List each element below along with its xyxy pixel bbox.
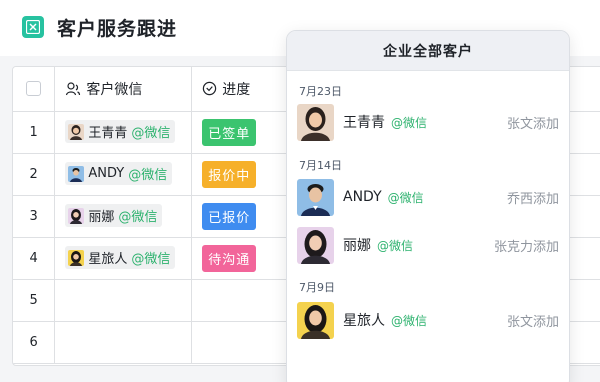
added-by-text: 张克力添加	[493, 239, 559, 255]
table-app-icon	[22, 16, 44, 38]
column-label-wechat: 客户微信	[86, 81, 143, 98]
page-title: 客户服务跟进	[57, 18, 178, 40]
row-index: 3	[13, 195, 56, 238]
customer-name: 丽娜	[343, 238, 371, 254]
avatar	[68, 249, 85, 266]
status-badge[interactable]: 待沟通	[202, 244, 257, 272]
avatar	[68, 207, 85, 224]
customer-list-item[interactable]: 星旅人 @微信 张文添加	[297, 301, 559, 339]
progress-cell[interactable]: 报价中	[191, 153, 292, 196]
wechat-cell[interactable]	[54, 321, 193, 364]
customer-name: 星旅人	[343, 313, 385, 329]
wechat-suffix: @微信	[128, 168, 168, 184]
contact-tag[interactable]: 丽娜 @微信	[65, 204, 163, 228]
wechat-suffix: @微信	[391, 313, 428, 328]
avatar	[297, 301, 334, 339]
column-header-wechat[interactable]: 客户微信	[54, 67, 193, 112]
customer-list-item[interactable]: ANDY @微信 乔西添加	[297, 178, 559, 216]
circle-check-icon	[203, 82, 217, 96]
contact-name: ANDY	[88, 166, 125, 182]
date-group-label: 7月9日	[299, 281, 335, 294]
avatar	[68, 165, 85, 182]
row-index: 5	[13, 279, 56, 322]
column-header-progress[interactable]: 进度	[191, 67, 292, 112]
progress-cell[interactable]	[191, 321, 292, 364]
contact-tag[interactable]: 星旅人 @微信	[65, 246, 176, 270]
wechat-cell[interactable]: 星旅人 @微信	[54, 237, 193, 280]
wechat-suffix: @微信	[131, 252, 171, 268]
select-all-header	[13, 67, 56, 112]
added-by-text: 乔西添加	[506, 191, 559, 207]
wechat-cell[interactable]: ANDY @微信	[54, 153, 193, 196]
added-by-text: 张文添加	[506, 314, 559, 330]
customer-name: 王青青	[343, 115, 385, 131]
date-group-label: 7月14日	[299, 159, 342, 172]
avatar	[297, 103, 334, 141]
status-badge[interactable]: 已签单	[202, 118, 257, 146]
wechat-suffix: @微信	[118, 210, 158, 226]
popup-title: 企业全部客户	[287, 31, 569, 71]
customer-list-item[interactable]: 丽娜 @微信 张克力添加	[297, 226, 559, 264]
wechat-cell[interactable]: 王青青 @微信	[54, 111, 193, 154]
status-badge[interactable]: 已报价	[202, 202, 257, 230]
wechat-suffix: @微信	[387, 190, 424, 205]
contact-name: 星旅人	[88, 252, 128, 268]
progress-cell[interactable]: 已签单	[191, 111, 292, 154]
wechat-suffix: @微信	[391, 115, 428, 130]
row-index: 6	[13, 321, 56, 364]
customer-picker-popup: 企业全部客户 7月23日 王青青 @微信 张文添加 7月14日 ANDY @微信…	[286, 30, 570, 382]
wechat-cell[interactable]	[54, 279, 193, 322]
row-index: 4	[13, 237, 56, 280]
contact-name: 丽娜	[88, 210, 115, 226]
contacts-icon	[66, 82, 81, 95]
select-all-checkbox[interactable]	[26, 81, 42, 97]
wechat-cell[interactable]: 丽娜 @微信	[54, 195, 193, 238]
progress-cell[interactable]: 待沟通	[191, 237, 292, 280]
contact-name: 王青青	[88, 126, 128, 142]
customer-name: ANDY	[343, 189, 382, 205]
customer-list-item[interactable]: 王青青 @微信 张文添加	[297, 103, 559, 141]
column-label-progress: 进度	[222, 81, 251, 98]
progress-cell[interactable]: 已报价	[191, 195, 292, 238]
progress-cell[interactable]	[191, 279, 292, 322]
avatar	[297, 178, 334, 216]
wechat-suffix: @微信	[131, 126, 171, 142]
row-index: 2	[13, 153, 56, 196]
wechat-suffix: @微信	[377, 238, 414, 253]
avatar	[68, 123, 85, 140]
avatar	[297, 226, 334, 264]
row-index: 1	[13, 111, 56, 154]
contact-tag[interactable]: ANDY @微信	[65, 162, 173, 186]
status-badge[interactable]: 报价中	[202, 160, 257, 188]
date-group-label: 7月23日	[299, 85, 342, 98]
added-by-text: 张文添加	[506, 116, 559, 132]
contact-tag[interactable]: 王青青 @微信	[65, 120, 176, 144]
